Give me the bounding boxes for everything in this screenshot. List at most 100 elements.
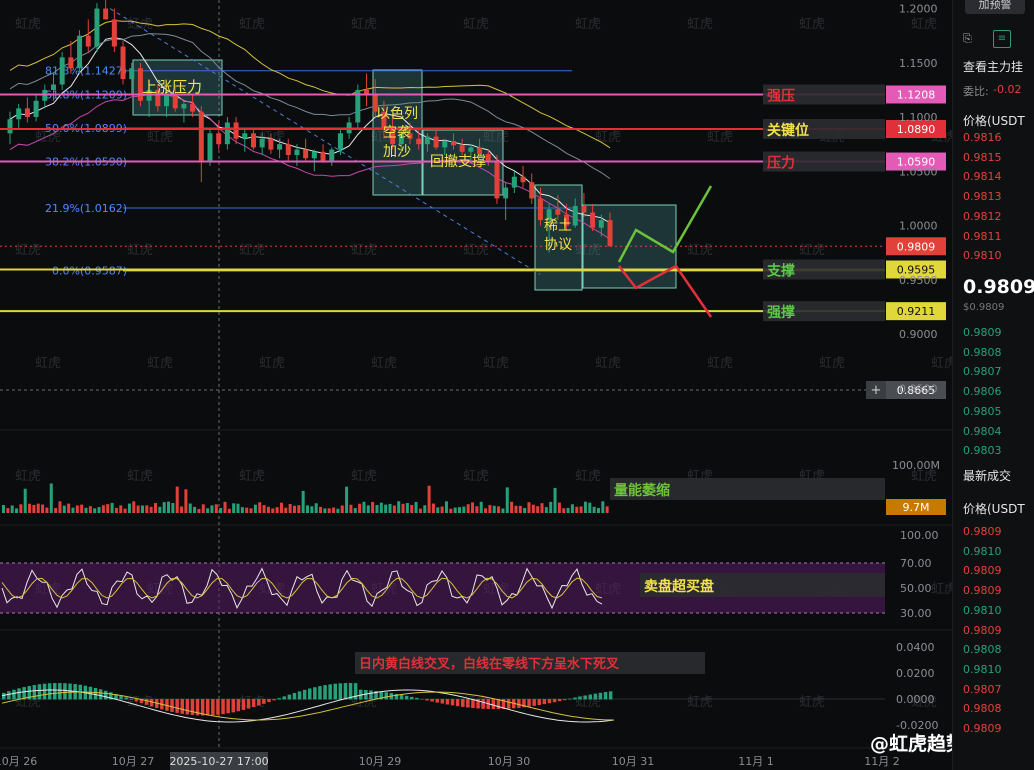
candle-body [459, 145, 465, 152]
volume-bar [306, 505, 309, 513]
volume-bar [531, 504, 535, 513]
volume-bar [32, 505, 36, 513]
fib-label: 0.0%(0.9587) [52, 264, 127, 277]
price-row[interactable]: 0.9809 [963, 525, 1002, 538]
price-tick-label: 0.9000 [899, 328, 938, 341]
volume-bar [145, 505, 149, 513]
price-header: 价格(USDT [963, 114, 1025, 128]
watermark-text: 虹虎 [483, 356, 509, 371]
volume-bar [510, 501, 514, 513]
price-row[interactable]: 0.9810 [963, 663, 1002, 676]
volume-bar [236, 503, 240, 513]
macd-tick: -0.0200 [896, 719, 938, 732]
candle-body [103, 8, 109, 20]
x-tick-label: 10月 27 [112, 755, 155, 768]
price-row[interactable]: 0.9807 [963, 683, 1002, 696]
volume-bar [423, 505, 427, 513]
price-row[interactable]: 0.9811 [963, 230, 1002, 243]
volume-bar [106, 504, 110, 513]
price-row[interactable]: 0.9805 [963, 405, 1002, 418]
price-row[interactable]: 0.9809 [963, 564, 1002, 577]
watermark-text: 虹虎 [931, 356, 952, 371]
macd-bar [231, 699, 235, 713]
price-row[interactable]: 0.9810 [963, 545, 1002, 558]
macd-bar [318, 686, 322, 700]
price-row[interactable]: 0.9809 [963, 624, 1002, 637]
price-row[interactable]: 0.9813 [963, 190, 1002, 203]
add-alert-button[interactable]: 加预警 [965, 0, 1025, 14]
watermark-text: 虹虎 [595, 130, 621, 145]
macd-bar [425, 699, 429, 701]
watermark-text: 虹虎 [687, 243, 713, 258]
macd-bar [236, 699, 241, 712]
candle-body [68, 57, 74, 69]
candle-body [94, 8, 100, 47]
macd-bar [262, 699, 266, 704]
macd-bar [404, 695, 409, 700]
level-price: 0.9211 [897, 305, 936, 318]
macd-bar [68, 683, 72, 700]
price-row[interactable]: 0.9814 [963, 170, 1002, 183]
price-row[interactable]: 0.9806 [963, 385, 1002, 398]
volume-bar [101, 505, 105, 513]
volume-bar [201, 504, 205, 513]
price-row[interactable]: 0.9809 [963, 584, 1002, 597]
macd-bar [129, 699, 133, 700]
watermark-text: 虹虎 [799, 17, 825, 32]
price-row[interactable]: 0.9810 [963, 249, 1002, 262]
candle-body [572, 206, 578, 226]
price-row[interactable]: 0.9804 [963, 425, 1002, 438]
candle-body [233, 122, 239, 139]
price-row[interactable]: 0.9816 [963, 131, 1002, 144]
macd-bar [420, 698, 424, 700]
price-row[interactable]: 0.9812 [963, 210, 1002, 223]
volume-bar [249, 508, 253, 513]
macd-bar [32, 685, 37, 700]
last-price: 0.9809 [963, 276, 1034, 298]
price-row[interactable]: 0.9809 [963, 326, 1002, 339]
macd-bar [216, 699, 220, 715]
volume-bar [375, 505, 379, 513]
volume-bar [149, 506, 153, 513]
price-tick-label: 0.9500 [899, 274, 938, 287]
watermark-text: 虹虎 [575, 17, 601, 32]
price-chart[interactable]: 虹虎 虹虎 虹虎 虹虎 虹虎 虹虎 虹虎 虹虎 虹虎虹虎 虹虎 虹虎 虹虎 虹虎 虹虎 虹虎虹虎 虹虎 虹虎 虹虎… [0, 0, 952, 770]
watch-main-title[interactable]: 查看主力挂 [963, 58, 1023, 75]
price-row[interactable]: 0.9810 [963, 604, 1002, 617]
price-row[interactable]: 0.9808 [963, 643, 1002, 656]
candle-body [303, 149, 309, 159]
price-row[interactable]: 0.9809 [963, 722, 1002, 735]
volume-bar [596, 507, 600, 513]
volume-bar [501, 508, 505, 513]
brand-watermark: @虹虎趋势 [870, 732, 952, 755]
macd-bar [267, 699, 271, 703]
volume-bar [358, 503, 362, 513]
macd-bar [12, 689, 16, 700]
price-row[interactable]: 0.9808 [963, 702, 1002, 715]
macd-tick: 0.0400 [896, 641, 935, 654]
macd-bar [491, 699, 496, 710]
macd-bar [313, 687, 317, 700]
watermark-text: 虹虎 [799, 695, 825, 710]
price-row[interactable]: 0.9803 [963, 444, 1002, 457]
volume-bar [223, 501, 227, 513]
watermark-text: 虹虎 [575, 469, 601, 484]
settings-icon[interactable]: ⎘ [963, 32, 972, 46]
macd-bar [175, 699, 179, 713]
annotation-label-line: 加沙 [383, 144, 411, 160]
macd-bar [144, 699, 149, 705]
candle-body [16, 108, 22, 120]
price-row[interactable]: 0.9807 [963, 365, 1002, 378]
volume-bar [275, 507, 279, 513]
macd-bar [323, 685, 327, 700]
macd-bar [608, 691, 613, 700]
price-row[interactable]: 0.9808 [963, 346, 1002, 359]
level-name: 支撑 [766, 262, 795, 279]
volume-bar [245, 507, 249, 513]
volume-bar [458, 507, 461, 513]
volume-bar [436, 507, 440, 513]
watermark-text: 虹虎 [819, 356, 845, 371]
price-row[interactable]: 0.9815 [963, 151, 1002, 164]
candle-body [450, 140, 456, 146]
order-book-layout-icon[interactable]: ≡ [993, 30, 1011, 48]
